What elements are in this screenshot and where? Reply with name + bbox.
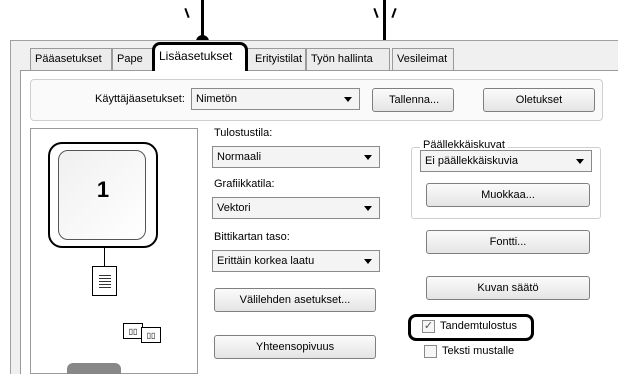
- chevron-down-icon: [364, 155, 372, 160]
- tab-basic-settings[interactable]: Pääasetukset: [30, 48, 112, 70]
- callout-tick-left-a: [184, 7, 190, 19]
- overlays-value: Ei päällekkäiskuvia: [425, 155, 518, 167]
- compatibility-button[interactable]: Yhteensopivuus: [214, 335, 376, 359]
- connector-line: [104, 248, 105, 266]
- defaults-button[interactable]: Oletukset: [483, 88, 595, 112]
- graphics-mode-label: Grafiikkatila:: [214, 178, 275, 190]
- save-button[interactable]: Tallenna...: [372, 88, 454, 112]
- printer-device-icon: [67, 363, 121, 374]
- user-settings-value: Nimetön: [196, 93, 237, 105]
- document-icon: [92, 266, 117, 296]
- edit-overlay-button[interactable]: Muokkaa...: [426, 183, 590, 207]
- user-settings-select[interactable]: Nimetön: [191, 88, 360, 110]
- tab-watermarks[interactable]: Vesileimat: [392, 48, 454, 70]
- tab-settings-button[interactable]: Välilehden asetukset...: [214, 288, 376, 312]
- user-settings-label: Käyttäjäasetukset:: [95, 93, 185, 105]
- callout-tick-right-a: [373, 7, 379, 19]
- text-black-checkbox[interactable]: [424, 345, 437, 358]
- tandem-print-checkbox[interactable]: ✓: [422, 320, 435, 333]
- bitmap-level-label: Bittikartan taso:: [214, 231, 290, 243]
- print-preview: 1 ▯▯ ▯▯: [30, 128, 198, 374]
- tab-paper[interactable]: Pape: [112, 48, 154, 70]
- chevron-down-icon: [576, 159, 584, 164]
- bitmap-level-value: Erittäin korkea laatu: [217, 255, 315, 267]
- chevron-down-icon: [344, 97, 352, 102]
- font-button[interactable]: Fontti...: [426, 230, 590, 254]
- chevron-down-icon: [364, 206, 372, 211]
- graphics-mode-select[interactable]: Vektori: [212, 197, 380, 219]
- print-mode-label: Tulostustila:: [214, 127, 273, 139]
- graphics-mode-value: Vektori: [217, 202, 251, 214]
- overlays-select[interactable]: Ei päällekkäiskuvia: [420, 150, 592, 172]
- callout-tick-right-b: [391, 7, 397, 19]
- tab-special-modes[interactable]: Erityistilat: [246, 48, 306, 70]
- page-number: 1: [96, 177, 110, 202]
- tandem-print-label[interactable]: Tandemtulostus: [440, 320, 517, 332]
- print-mode-value: Normaali: [217, 151, 262, 163]
- tab-job-handling[interactable]: Työn hallinta: [306, 48, 390, 70]
- text-black-label[interactable]: Teksti mustalle: [442, 345, 514, 357]
- chevron-down-icon: [364, 259, 372, 264]
- print-mode-select[interactable]: Normaali: [212, 146, 380, 168]
- tab-advanced-settings[interactable]: Lisäasetukset: [152, 42, 248, 71]
- page-preview-icon: 1: [48, 142, 158, 248]
- bitmap-level-select[interactable]: Erittäin korkea laatu: [212, 250, 380, 272]
- image-adjust-button[interactable]: Kuvan säätö: [426, 276, 590, 300]
